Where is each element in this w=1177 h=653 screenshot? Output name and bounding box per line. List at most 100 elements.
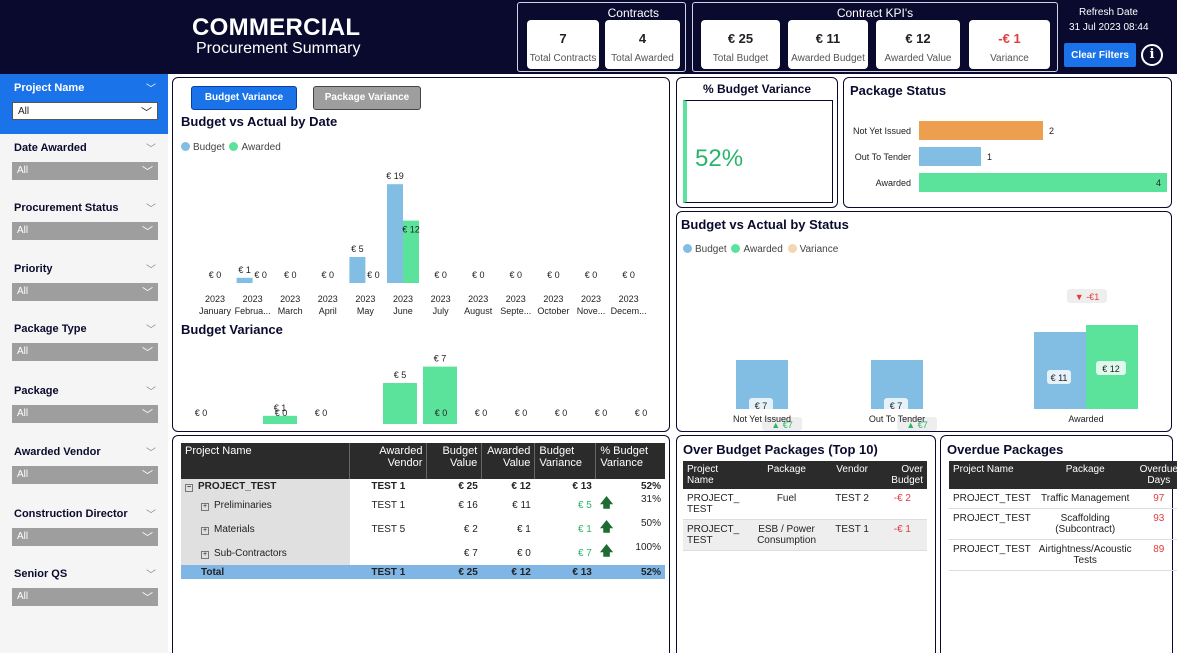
filter-senior-qs[interactable]: Senior QS ﹀ All ﹀	[0, 560, 168, 620]
dropdown-chevron-icon: ﹀	[142, 470, 153, 482]
col-budget-value[interactable]: Budget Value	[426, 443, 483, 479]
filter-dropdown[interactable]: All ﹀	[12, 528, 158, 546]
chevron-down-icon[interactable]: ﹀	[146, 200, 156, 215]
cell-pct: 🡅 100%	[596, 541, 665, 565]
filter-project-name[interactable]: Project Name ﹀ All ﹀	[0, 74, 168, 134]
table-row[interactable]: + Materials TEST 5 € 2 € 1 € 1 🡅 50%	[181, 517, 665, 541]
col-vendor[interactable]: Vendor	[826, 461, 878, 489]
table-row[interactable]: PROJECT_ TEST ESB / Power Consumption TEST…	[683, 519, 927, 551]
col-package[interactable]: Package	[1034, 461, 1136, 489]
clear-filters-button[interactable]: Clear Filters	[1064, 43, 1136, 67]
total-vendor: TEST 1	[349, 565, 427, 579]
bar-package-status[interactable]	[919, 173, 1167, 192]
dropdown-chevron-icon: ﹀	[142, 532, 153, 544]
kpi-awarded-value[interactable]: € 12 Awarded Value	[876, 20, 960, 69]
expand-icon[interactable]: +	[201, 550, 209, 559]
cell-package: Scaffolding (Subcontract)	[1034, 508, 1136, 540]
table-row[interactable]: + Sub-Contractors € 7 € 0 € 7 🡅 100%	[181, 541, 665, 565]
kpi-total-budget[interactable]: € 25 Total Budget	[701, 20, 780, 69]
x-tick-year: 2023	[581, 294, 601, 304]
col-project-name[interactable]: Project Name	[683, 461, 747, 489]
table-row[interactable]: PROJECT_TEST Airtightness/Acoustic Tests 8…	[949, 539, 1177, 571]
filter-procurement-status[interactable]: Procurement Status ﹀ All ﹀	[0, 194, 168, 254]
y-tick-label: Out To Tender	[855, 152, 911, 162]
cell-awarded: € 12	[511, 480, 531, 492]
filter-dropdown[interactable]: All ﹀	[12, 466, 158, 484]
filter-dropdown[interactable]: All ﹀	[12, 222, 158, 240]
kpi-total-awarded[interactable]: 4 Total Awarded	[605, 20, 680, 69]
total-budget: € 25	[426, 565, 482, 579]
filter-package[interactable]: Package ﹀ All ﹀	[0, 377, 168, 437]
bar-label-variance: € 0	[195, 408, 208, 418]
bar-budget[interactable]	[236, 277, 253, 283]
x-tick-year: 2023	[506, 294, 526, 304]
col-awarded-value[interactable]: Awarded Value	[481, 443, 536, 479]
overdue-panel: Overdue Packages Project Name Package Ov…	[940, 435, 1177, 653]
col-project-name[interactable]: Project Name	[181, 443, 351, 479]
cell-awarded: € 0	[516, 547, 531, 559]
table-row[interactable]: − PROJECT_TEST TEST 1 € 25 € 12 € 13 52%	[181, 479, 665, 493]
budget-by-date-chart: € 02023January€ 1€ 02023Februa...€ 02023…	[195, 171, 647, 424]
total-awarded: € 12	[481, 565, 535, 579]
bar-package-status[interactable]	[919, 121, 1043, 140]
filter-dropdown[interactable]: All ﹀	[12, 588, 158, 606]
info-icon[interactable]: i	[1141, 44, 1163, 66]
filter-dropdown[interactable]: All ﹀	[12, 102, 158, 120]
refresh-date: 31 Jul 2023 08:44	[1069, 22, 1149, 33]
filter-value: All	[17, 531, 29, 542]
chevron-down-icon[interactable]: ﹀	[146, 321, 156, 336]
over-budget-panel: Over Budget Packages (Top 10) Project Na…	[676, 435, 936, 653]
cell-project: PROJECT_ TEST	[683, 489, 747, 520]
chevron-down-icon[interactable]: ﹀	[146, 80, 156, 95]
cell-vendor: TEST 1	[826, 519, 878, 551]
filter-dropdown[interactable]: All ﹀	[12, 162, 158, 180]
chevron-down-icon[interactable]: ﹀	[146, 261, 156, 276]
col-pct-budget-variance[interactable]: % Budget Variance	[595, 443, 665, 479]
bar-label-budget: € 0	[322, 270, 335, 280]
bar-label-variance: € 0	[595, 408, 608, 418]
filter-awarded-vendor[interactable]: Awarded Vendor ﹀ All ﹀	[0, 438, 168, 498]
bar-package-status[interactable]	[919, 147, 981, 166]
table-row[interactable]: PROJECT_TEST Traffic Management 97	[949, 489, 1177, 509]
col-project-name[interactable]: Project Name	[949, 461, 1035, 489]
kpi-variance[interactable]: -€ 1 Variance	[969, 20, 1050, 69]
arrow-up-icon: 🡅	[599, 519, 614, 534]
chevron-down-icon[interactable]: ﹀	[146, 444, 156, 459]
filter-dropdown[interactable]: All ﹀	[12, 343, 158, 361]
x-tick-year: 2023	[543, 294, 563, 304]
filter-date-awarded[interactable]: Date Awarded ﹀ All ﹀	[0, 134, 168, 194]
filter-package-type[interactable]: Package Type ﹀ All ﹀	[0, 315, 168, 375]
kpi-total-contracts[interactable]: 7 Total Contracts	[527, 20, 599, 69]
filter-value: All	[17, 346, 29, 357]
filter-dropdown[interactable]: All ﹀	[12, 405, 158, 423]
bar-label-budget: € 0	[284, 270, 297, 280]
chevron-down-icon[interactable]: ﹀	[146, 383, 156, 398]
filter-priority[interactable]: Priority ﹀ All ﹀	[0, 255, 168, 315]
table-row[interactable]: PROJECT_TEST Scaffolding (Subcontract) 93	[949, 508, 1177, 540]
bar-label-budget: € 19	[386, 171, 404, 181]
col-budget-variance[interactable]: Budget Variance	[534, 443, 597, 479]
project-table: Project Name Awarded Vendor Budget Value…	[181, 443, 665, 579]
bar-budget[interactable]	[349, 257, 366, 283]
kpi-label: Total Awarded	[611, 53, 674, 64]
table-row[interactable]: + Preliminaries TEST 1 € 16 € 11 € 5 🡅 31%	[181, 493, 665, 517]
collapse-icon[interactable]: −	[185, 483, 193, 492]
header-bar: COMMERCIAL Procurement Summary Contracts…	[0, 0, 1177, 74]
cell-variance: € 1	[577, 523, 592, 535]
chevron-down-icon[interactable]: ﹀	[146, 140, 156, 155]
bar-budget[interactable]	[387, 184, 403, 283]
filter-construction-director[interactable]: Construction Director ﹀ All ﹀	[0, 500, 168, 560]
filter-dropdown[interactable]: All ﹀	[12, 283, 158, 301]
col-awarded-vendor[interactable]: Awarded Vendor	[349, 443, 428, 479]
col-overdue-days[interactable]: Overdue Days	[1135, 461, 1177, 489]
expand-icon[interactable]: +	[201, 502, 209, 511]
kpi-awarded-budget[interactable]: € 11 Awarded Budget	[788, 20, 868, 69]
col-over-budget[interactable]: Over Budget	[877, 461, 927, 489]
chevron-down-icon[interactable]: ﹀	[146, 566, 156, 581]
bar-variance[interactable]	[383, 383, 417, 424]
col-package[interactable]: Package	[746, 461, 827, 489]
chevron-down-icon[interactable]: ﹀	[146, 506, 156, 521]
expand-icon[interactable]: +	[201, 526, 209, 535]
table-row[interactable]: PROJECT_ TEST Fuel TEST 2 -€ 2	[683, 489, 927, 520]
filter-label: Procurement Status	[14, 202, 119, 214]
